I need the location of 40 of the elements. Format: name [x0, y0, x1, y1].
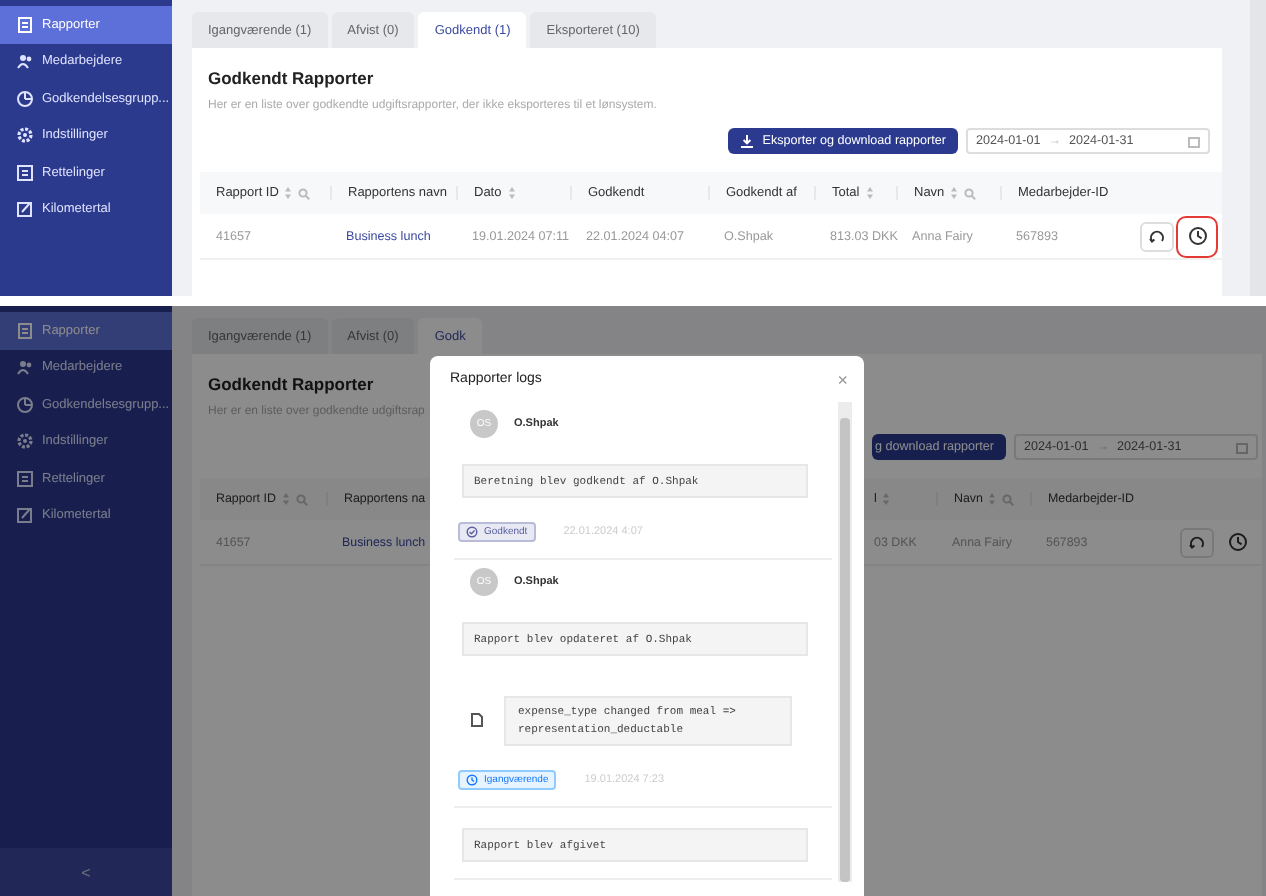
edit-icon: [16, 506, 34, 525]
clock-icon: [1227, 532, 1247, 552]
sort-icon[interactable]: [988, 492, 997, 506]
search-icon[interactable]: [964, 187, 977, 199]
check-circle-icon: [466, 526, 478, 538]
refresh-icon: [1148, 227, 1166, 245]
gear-icon: [16, 432, 34, 451]
collapse-button[interactable]: <: [0, 848, 172, 896]
refresh-button[interactable]: [1180, 527, 1214, 557]
scrollbar[interactable]: [1250, 0, 1266, 296]
sort-icon[interactable]: [950, 186, 959, 200]
search-icon[interactable]: [1002, 493, 1015, 505]
pie-icon: [16, 395, 34, 414]
list-icon: [16, 163, 34, 182]
refresh-icon: [1188, 533, 1206, 551]
search-icon[interactable]: [295, 493, 308, 505]
edit-icon: [16, 200, 34, 219]
page-title: Godkendt Rapporter: [208, 374, 374, 394]
list-icon: [16, 469, 34, 488]
pie-icon: [16, 89, 34, 108]
sort-icon[interactable]: [284, 186, 293, 200]
sort-icon[interactable]: [281, 492, 290, 506]
history-button[interactable]: [1180, 219, 1214, 253]
sort-icon[interactable]: [507, 186, 516, 200]
download-icon: [740, 134, 755, 148]
document-icon: [16, 15, 34, 34]
clock-icon: [466, 773, 478, 786]
page-title: Godkendt Rapporter: [208, 68, 374, 88]
gear-icon: [16, 126, 34, 145]
scrollbar[interactable]: [838, 402, 852, 882]
refresh-button[interactable]: [1140, 221, 1174, 251]
clock-icon: [1187, 226, 1207, 246]
people-icon: [16, 52, 34, 71]
sort-icon[interactable]: [882, 492, 891, 506]
document-icon: [16, 321, 34, 340]
close-button[interactable]: ×: [837, 372, 848, 390]
document-icon: [470, 712, 484, 729]
people-icon: [16, 358, 34, 377]
sort-icon[interactable]: [865, 186, 874, 200]
search-icon[interactable]: [298, 187, 311, 199]
